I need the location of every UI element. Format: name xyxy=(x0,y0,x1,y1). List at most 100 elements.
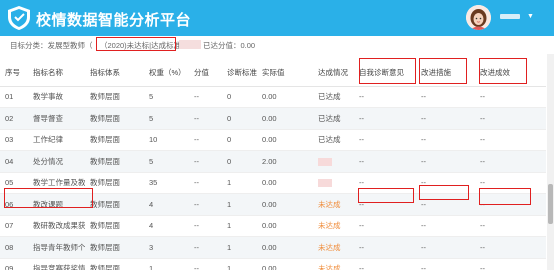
cell-self-diag: -- xyxy=(354,107,416,130)
cell-measures: -- xyxy=(416,236,475,259)
cell-actual: 0.00 xyxy=(257,236,313,259)
cell-actual: 0.00 xyxy=(257,193,313,216)
cell-effect: -- xyxy=(475,258,546,270)
cell-system: 教师层面 xyxy=(85,86,144,108)
cell-no: 07 xyxy=(0,215,28,237)
table-row[interactable]: 02 督导督查 教师层面 5 -- 0 0.00 已达成 -- -- -- xyxy=(0,107,546,130)
cell-self-diag: -- xyxy=(354,258,416,270)
cell-actual: 0.00 xyxy=(257,107,313,130)
column-header[interactable]: 序号 xyxy=(0,60,28,87)
cell-system: 教师层面 xyxy=(85,215,144,237)
cell-measures: -- xyxy=(416,107,475,130)
cell-system: 教师层面 xyxy=(85,258,144,270)
top-bar: 校情数据智能分析平台 ▼ xyxy=(0,0,554,36)
annotation-box-row-06-measures xyxy=(419,185,469,200)
cell-name: 工作纪律 xyxy=(28,129,85,151)
annotation-box-status xyxy=(96,37,176,51)
cell-weight: 35 xyxy=(144,172,189,194)
cell-score: -- xyxy=(189,172,222,194)
cell-actual: 0.00 xyxy=(257,172,313,194)
target-category-label: 目标分类：发展型教师（ xyxy=(10,41,93,50)
cell-weight: 1 xyxy=(144,258,189,270)
cell-no: 03 xyxy=(0,129,28,151)
cell-weight: 5 xyxy=(144,107,189,130)
cell-actual: 0.00 xyxy=(257,258,313,270)
user-avatar-icon[interactable] xyxy=(466,5,491,30)
annotation-box-row-06-self-diagnosis xyxy=(358,188,414,203)
cell-score: -- xyxy=(189,193,222,216)
annotation-box-measures-header xyxy=(419,58,467,84)
cell-name: 教学事故 xyxy=(28,86,85,108)
column-header[interactable]: 权重（%） xyxy=(144,60,189,87)
cell-actual: 0.00 xyxy=(257,86,313,108)
cell-weight: 4 xyxy=(144,215,189,237)
cell-system: 教师层面 xyxy=(85,150,144,173)
cell-weight: 5 xyxy=(144,86,189,108)
user-name[interactable] xyxy=(500,14,520,19)
cell-weight: 4 xyxy=(144,193,189,216)
cell-system: 教师层面 xyxy=(85,172,144,194)
column-header[interactable]: 诊断标准 xyxy=(222,60,257,87)
target-summary-bar: 目标分类：发展型教师（ （2020)未达标|达成标准： 已达分值：0.00 xyxy=(0,36,554,54)
cell-no: 09 xyxy=(0,258,28,270)
annotation-box-effect-header xyxy=(479,58,527,84)
cell-status: 未达成 xyxy=(313,258,354,270)
cell-no: 04 xyxy=(0,150,28,173)
cell-actual: 2.00 xyxy=(257,150,313,173)
cell-standard: 1 xyxy=(222,215,257,237)
cell-name: 指导竞赛获奖情... xyxy=(28,258,85,270)
table-row[interactable]: 07教研教改成果获...教师层面4--10.00未达成------ xyxy=(0,215,546,237)
cell-standard: 0 xyxy=(222,86,257,108)
annotation-box-row-06 xyxy=(4,188,93,208)
cell-weight: 5 xyxy=(144,150,189,173)
column-header[interactable]: 分值 xyxy=(189,60,222,87)
cell-status: 未达成 xyxy=(313,236,354,259)
table-row[interactable]: 08指导青年教师个...教师层面3--10.00未达成------ xyxy=(0,236,546,259)
cell-no: 01 xyxy=(0,86,28,108)
cell-name: 指导青年教师个... xyxy=(28,236,85,259)
column-header[interactable]: 实际值 xyxy=(257,60,313,87)
column-header[interactable]: 指标体系 xyxy=(85,60,144,87)
cell-effect: -- xyxy=(475,236,546,259)
cell-status: 已达成 xyxy=(313,86,354,108)
cell-score: -- xyxy=(189,215,222,237)
cell-status xyxy=(313,172,354,194)
cell-status: 未达成 xyxy=(313,215,354,237)
cell-score: -- xyxy=(189,150,222,173)
cell-standard: 1 xyxy=(222,258,257,270)
cell-effect: -- xyxy=(475,150,546,173)
annotation-box-row-06-effect xyxy=(479,188,531,205)
cell-measures: -- xyxy=(416,150,475,173)
table-row[interactable]: 01 教学事故 教师层面 5 -- 0 0.00 已达成 -- -- -- xyxy=(0,86,546,108)
shield-logo-icon xyxy=(6,5,32,31)
chevron-down-icon[interactable]: ▼ xyxy=(527,13,534,20)
cell-status xyxy=(313,150,354,173)
table-row[interactable]: 09指导竞赛获奖情...教师层面1--10.00未达成------ xyxy=(0,258,546,270)
cell-status: 已达成 xyxy=(313,107,354,130)
cell-status: 未达成 xyxy=(313,193,354,216)
vertical-scrollbar[interactable] xyxy=(547,54,554,270)
cell-standard: 1 xyxy=(222,193,257,216)
table-row[interactable]: 04 处分情况 教师层面 5 -- 0 2.00 -- -- -- xyxy=(0,150,546,173)
cell-name: 处分情况 xyxy=(28,150,85,173)
cell-self-diag: -- xyxy=(354,86,416,108)
column-header[interactable]: 达成情况 xyxy=(313,60,354,87)
cell-actual: 0.00 xyxy=(257,215,313,237)
cell-standard: 0 xyxy=(222,129,257,151)
cell-standard: 0 xyxy=(222,150,257,173)
cell-score: -- xyxy=(189,236,222,259)
cell-status: 已达成 xyxy=(313,129,354,151)
cell-effect: -- xyxy=(475,107,546,130)
indicator-table: 序号 指标名称 指标体系 权重（%） 分值 诊断标准 实际值 达成情况 自我诊断… xyxy=(0,60,546,270)
scrollbar-thumb[interactable] xyxy=(548,184,553,224)
redaction-mask xyxy=(179,40,201,49)
column-header[interactable]: 指标名称 xyxy=(28,60,85,87)
redaction-mask xyxy=(318,179,332,188)
cell-system: 教师层面 xyxy=(85,193,144,216)
table-row[interactable]: 03 工作纪律 教师层面 10 -- 0 0.00 已达成 -- -- -- xyxy=(0,129,546,151)
cell-actual: 0.00 xyxy=(257,129,313,151)
cell-system: 教师层面 xyxy=(85,236,144,259)
cell-measures: -- xyxy=(416,129,475,151)
cell-self-diag: -- xyxy=(354,129,416,151)
cell-no: 02 xyxy=(0,107,28,130)
